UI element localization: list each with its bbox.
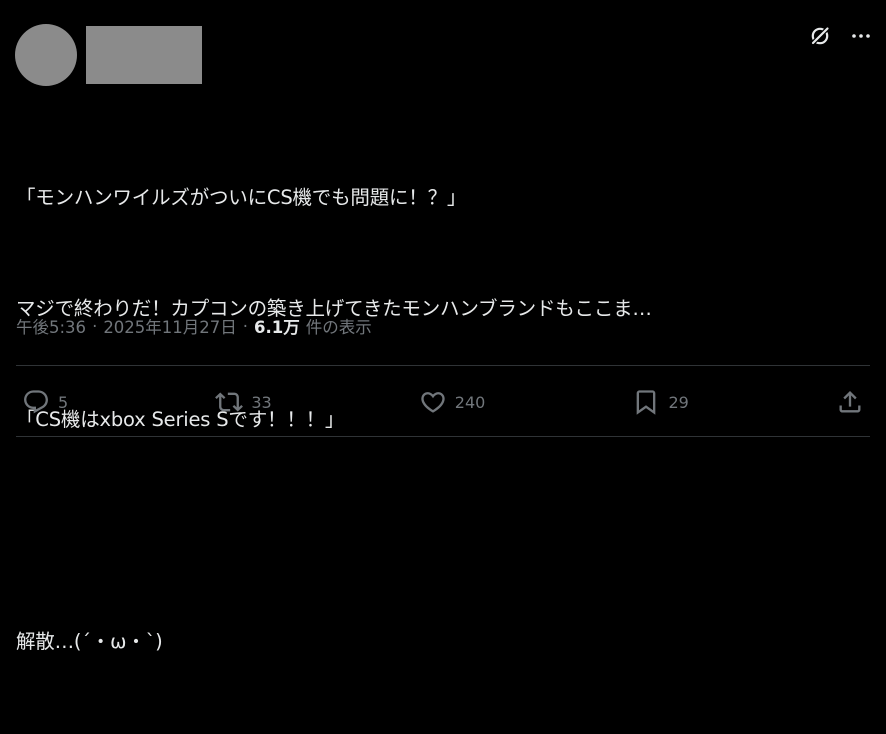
avatar[interactable] <box>15 24 77 86</box>
tweet-date[interactable]: 2025年11月27日 <box>103 314 236 338</box>
bookmark-count: 29 <box>668 392 689 412</box>
tweet-text-line <box>16 512 876 549</box>
author-name-redacted[interactable] <box>86 26 202 84</box>
repost-icon <box>215 392 244 412</box>
tweet-top-actions <box>808 24 872 48</box>
share-icon <box>839 391 861 413</box>
grok-icon <box>810 26 830 46</box>
like-count: 240 <box>454 392 486 412</box>
grok-button[interactable] <box>808 24 832 48</box>
views-label: 件の表示 <box>305 318 372 337</box>
meta-separator: · <box>92 316 98 336</box>
meta-separator: · <box>242 316 249 336</box>
bookmark-button[interactable]: 29 <box>632 388 689 416</box>
tweet-meta: 午後5:36 · 2025年11月27日 · 6.1万 件の表示 <box>16 314 372 338</box>
tweet-actions: 5 33 240 29 <box>22 384 864 420</box>
more-icon <box>852 34 870 38</box>
views-count[interactable]: 6.1万 <box>254 314 300 338</box>
tweet-text-line: 「モンハンワイルズがついにCS機でも問題に！？」 <box>16 186 467 209</box>
like-icon <box>421 392 445 413</box>
share-button[interactable] <box>836 388 864 416</box>
reply-count: 5 <box>58 392 69 412</box>
divider <box>16 365 870 366</box>
divider <box>16 436 870 437</box>
tweet-text-line: 解散…(´・ω・`) <box>16 630 163 653</box>
tweet-time[interactable]: 午後5:36 <box>16 314 86 338</box>
repost-button[interactable]: 33 <box>215 388 272 416</box>
more-button[interactable] <box>850 25 872 47</box>
like-button[interactable]: 240 <box>419 388 486 416</box>
reply-icon <box>24 390 48 414</box>
repost-count: 33 <box>251 392 272 412</box>
reply-button[interactable]: 5 <box>22 388 68 416</box>
bookmark-icon <box>637 390 656 415</box>
